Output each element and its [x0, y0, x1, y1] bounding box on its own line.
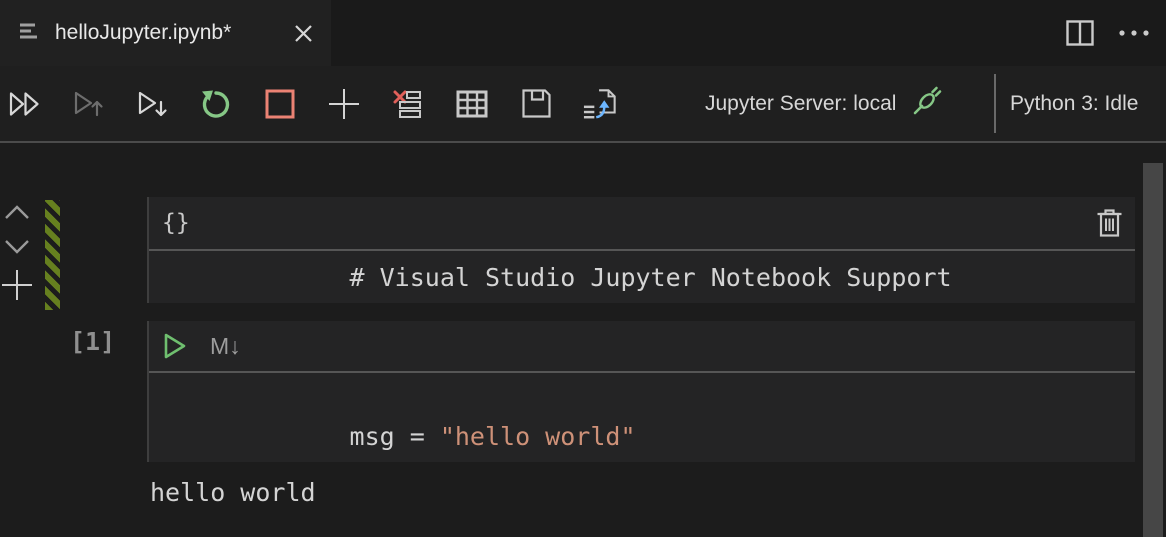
split-editor-icon[interactable] — [1066, 20, 1094, 46]
cell-1-header: {} — [149, 197, 1135, 249]
tab-hellojupyter[interactable]: helloJupyter.ipynb* — [0, 0, 331, 66]
restart-kernel-icon[interactable] — [199, 87, 233, 121]
more-actions-icon[interactable] — [1118, 28, 1152, 38]
run-cell-icon[interactable] — [163, 332, 187, 360]
code-line: msg = "hello world" — [199, 378, 1135, 495]
notebook-file-icon — [19, 20, 41, 47]
run-cells-above-icon[interactable] — [71, 87, 105, 121]
tab-bar-actions — [1066, 0, 1152, 66]
plug-icon — [911, 85, 943, 122]
cell-1-code-editor[interactable]: # Visual Studio Jupyter Notebook Support — [149, 251, 1135, 303]
vscode-notebook-window: helloJupyter.ipynb* Jupyter Server: loca… — [0, 0, 1166, 537]
markdown-toggle[interactable]: M↓ — [210, 333, 241, 360]
kernel-label: Python 3: Idle — [1010, 91, 1139, 115]
tab-title: helloJupyter.ipynb* — [55, 21, 232, 44]
language-indicator[interactable]: {} — [162, 210, 190, 236]
vertical-scrollbar[interactable] — [1143, 163, 1163, 537]
variable-explorer-icon[interactable] — [455, 87, 489, 121]
cell-2-output: hello world — [150, 478, 316, 507]
close-icon[interactable] — [292, 22, 315, 45]
clear-all-outputs-icon[interactable] — [391, 87, 425, 121]
add-cell-icon[interactable] — [327, 87, 361, 121]
notebook-toolbar: Jupyter Server: local Python 3: Idle — [0, 66, 1166, 141]
kernel-status[interactable]: Python 3: Idle — [1010, 66, 1138, 141]
execution-count: [1] — [70, 327, 116, 356]
collapse-down-icon[interactable] — [3, 238, 31, 256]
toolbar-divider — [994, 74, 996, 133]
interrupt-kernel-icon[interactable] — [263, 87, 297, 121]
code-token: msg = — [349, 422, 440, 451]
save-icon[interactable] — [519, 87, 553, 121]
code-token-string: "hello world" — [439, 422, 636, 451]
cell-2-header: M↓ — [149, 321, 1135, 371]
trash-icon[interactable] — [1093, 207, 1125, 239]
jupyter-server-status[interactable]: Jupyter Server: local — [705, 66, 943, 141]
run-cell-and-below-icon[interactable] — [135, 87, 169, 121]
export-icon[interactable] — [583, 87, 617, 121]
gutter-add-cell-icon[interactable] — [0, 268, 34, 302]
jupyter-server-label: Jupyter Server: local — [705, 91, 897, 115]
notebook-cell-2[interactable]: M↓ msg = "hello world" print(msg) — [147, 321, 1135, 462]
editor-tab-bar: helloJupyter.ipynb* — [0, 0, 1166, 66]
cell-2-code-editor[interactable]: msg = "hello world" print(msg) — [149, 373, 1135, 537]
toolbar-buttons — [7, 66, 617, 141]
notebook-cell-1[interactable]: {} # Visual Studio Jupyter Notebook Supp… — [147, 197, 1135, 303]
code-line: print(msg) — [199, 495, 1135, 537]
collapse-up-icon[interactable] — [3, 203, 31, 221]
run-all-icon[interactable] — [7, 87, 41, 121]
code-token: # Visual Studio Jupyter Notebook Support — [349, 262, 952, 292]
notebook-editor: [1] {} # Visual Studio Jupyter Notebook … — [0, 143, 1166, 537]
modified-cell-stripe — [45, 200, 60, 310]
